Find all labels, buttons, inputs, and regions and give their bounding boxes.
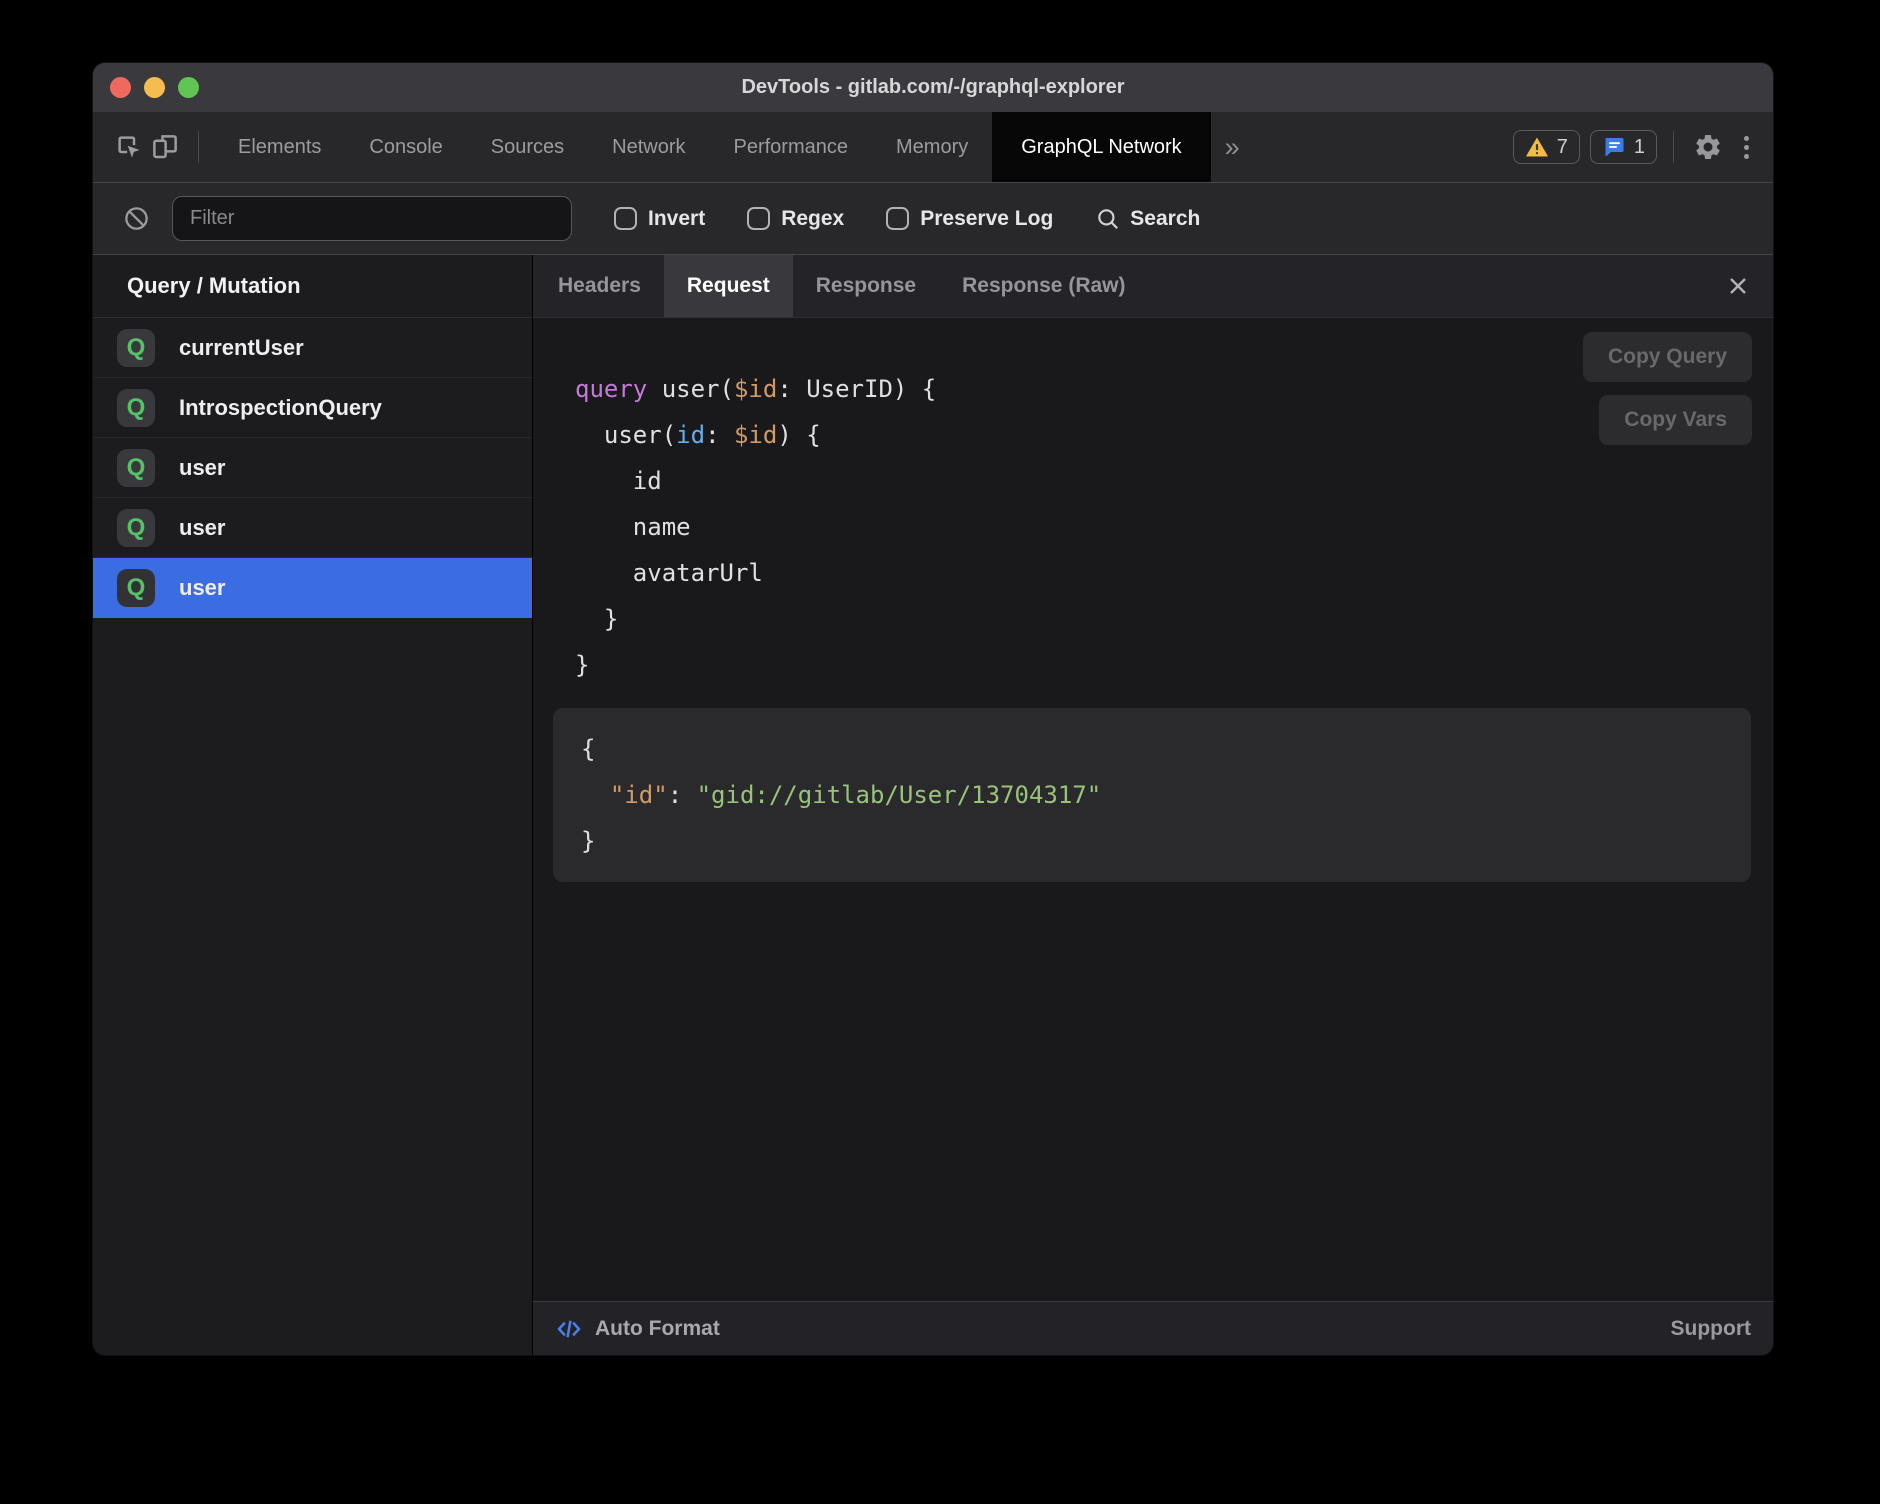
tab-headers[interactable]: Headers <box>535 255 664 317</box>
invert-checkbox-group[interactable]: Invert <box>614 207 705 231</box>
query-type-badge: Q <box>117 449 155 487</box>
preserve-log-checkbox-group[interactable]: Preserve Log <box>886 207 1053 231</box>
main-area: Query / Mutation Q currentUser Q Introsp… <box>93 255 1773 1355</box>
devtools-window: DevTools - gitlab.com/-/graphql-explorer… <box>93 63 1773 1355</box>
query-list-item[interactable]: Q currentUser <box>93 318 532 378</box>
toolbar-right-controls: 7 1 <box>1513 129 1773 165</box>
query-name: currentUser <box>179 335 304 361</box>
settings-gear-icon[interactable] <box>1690 129 1726 165</box>
toolbar-divider <box>198 131 199 163</box>
tab-response[interactable]: Response <box>793 255 939 317</box>
invert-checkbox <box>614 207 637 230</box>
copy-buttons: Copy Query Copy Vars <box>1583 332 1752 445</box>
traffic-lights <box>110 63 199 112</box>
query-type-badge: Q <box>117 569 155 607</box>
warning-icon <box>1525 135 1549 159</box>
copy-vars-button[interactable]: Copy Vars <box>1599 395 1752 445</box>
messages-badge[interactable]: 1 <box>1590 130 1657 164</box>
tab-response-raw[interactable]: Response (Raw) <box>939 255 1148 317</box>
toolbar-divider <box>1673 131 1674 163</box>
tab-elements[interactable]: Elements <box>214 112 345 182</box>
query-type-badge: Q <box>117 389 155 427</box>
window-title: DevTools - gitlab.com/-/graphql-explorer <box>741 76 1124 99</box>
query-list-item[interactable]: Q user <box>93 498 532 558</box>
query-name: user <box>179 455 225 481</box>
close-panel-icon[interactable] <box>1723 271 1753 301</box>
query-list-sidebar: Query / Mutation Q currentUser Q Introsp… <box>93 255 533 1355</box>
inspect-element-icon[interactable] <box>111 129 147 165</box>
query-list-item[interactable]: Q IntrospectionQuery <box>93 378 532 438</box>
more-options-icon[interactable] <box>1736 136 1757 159</box>
query-list-item-selected[interactable]: Q user <box>93 558 532 618</box>
detail-panel-tabs: Headers Request Response Response (Raw) <box>533 255 1773 318</box>
query-type-badge: Q <box>117 509 155 547</box>
titlebar: DevTools - gitlab.com/-/graphql-explorer <box>93 63 1773 112</box>
filter-input[interactable] <box>172 196 572 241</box>
detail-panel: Headers Request Response Response (Raw) … <box>533 255 1773 1355</box>
close-window-button[interactable] <box>110 77 131 98</box>
search-label: Search <box>1130 207 1200 231</box>
tab-request[interactable]: Request <box>664 255 793 317</box>
device-toolbar-icon[interactable] <box>147 129 183 165</box>
message-count: 1 <box>1634 136 1645 159</box>
query-name: user <box>179 575 225 601</box>
query-name: IntrospectionQuery <box>179 395 382 421</box>
minimize-window-button[interactable] <box>144 77 165 98</box>
message-icon <box>1602 135 1626 159</box>
devtools-tabbar: Elements Console Sources Network Perform… <box>93 112 1773 183</box>
code-brackets-icon <box>555 1315 583 1343</box>
support-link[interactable]: Support <box>1671 1317 1751 1341</box>
zoom-window-button[interactable] <box>178 77 199 98</box>
preserve-log-label: Preserve Log <box>920 207 1053 231</box>
warning-count: 7 <box>1557 136 1568 159</box>
auto-format-button[interactable]: Auto Format <box>555 1315 720 1343</box>
panel-bottom-bar: Auto Format Support <box>533 1301 1773 1355</box>
auto-format-label: Auto Format <box>595 1317 720 1341</box>
copy-query-button[interactable]: Copy Query <box>1583 332 1752 382</box>
tab-performance[interactable]: Performance <box>710 112 873 182</box>
clear-filter-icon[interactable] <box>123 205 150 232</box>
regex-checkbox <box>747 207 770 230</box>
query-list-item[interactable]: Q user <box>93 438 532 498</box>
warnings-badge[interactable]: 7 <box>1513 130 1580 164</box>
tab-sources[interactable]: Sources <box>467 112 588 182</box>
tab-console[interactable]: Console <box>345 112 466 182</box>
query-name: user <box>179 515 225 541</box>
regex-label: Regex <box>781 207 844 231</box>
regex-checkbox-group[interactable]: Regex <box>747 207 844 231</box>
query-mutation-header: Query / Mutation <box>93 255 532 318</box>
request-tab-content: query user($id: UserID) { user(id: $id) … <box>533 318 1773 1301</box>
more-tabs-chevron-icon[interactable]: » <box>1225 134 1240 161</box>
tab-memory[interactable]: Memory <box>872 112 992 182</box>
query-type-badge: Q <box>117 329 155 367</box>
filter-bar: Invert Regex Preserve Log Search <box>93 183 1773 255</box>
search-button[interactable]: Search <box>1095 206 1200 232</box>
tab-graphql-network[interactable]: GraphQL Network <box>992 112 1210 182</box>
preserve-log-checkbox <box>886 207 909 230</box>
search-icon <box>1095 206 1121 232</box>
tab-network[interactable]: Network <box>588 112 709 182</box>
invert-label: Invert <box>648 207 705 231</box>
query-variables-box: { "id": "gid://gitlab/User/13704317"} <box>553 708 1751 882</box>
